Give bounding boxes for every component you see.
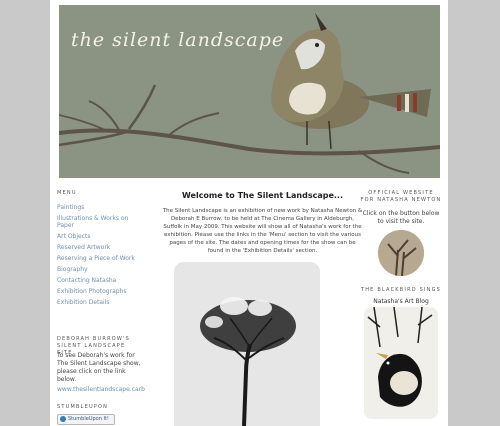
right-sidebar: OFFICIAL WEBSITE FOR NATASHA NEWTON Clic…: [360, 190, 442, 226]
blackbird-heading: THE BLACKBIRD SINGS: [360, 287, 442, 293]
main-content: Welcome to The Silent Landscape... The S…: [162, 190, 363, 255]
burrow-text: To see Deborah's work for The Silent Lan…: [57, 352, 141, 383]
official-website-text: Click on the button below to visit the s…: [362, 210, 440, 225]
nav-link-reserving[interactable]: Reserving a Piece of Work: [57, 255, 143, 262]
tree-thumbnail-icon: [378, 230, 424, 276]
blackbird-blog-image[interactable]: [364, 307, 438, 419]
official-website-button[interactable]: [378, 230, 424, 276]
stumbleupon-button[interactable]: StumbleUpon It!: [57, 414, 115, 425]
blackbird-illustration: [364, 307, 438, 419]
official-website-heading: OFFICIAL WEBSITE FOR NATASHA NEWTON: [360, 190, 442, 203]
intro-text: The Silent Landscape is an exhibition of…: [162, 208, 363, 254]
stumbleupon-heading: STUMBLEUPON: [57, 404, 109, 410]
nav-link-contacting[interactable]: Contacting Natasha: [57, 277, 143, 284]
site-title: the silent landscape: [71, 29, 285, 51]
nav-link-paintings[interactable]: Paintings: [57, 204, 143, 211]
tree-artwork-image: [174, 262, 320, 426]
tree-artwork-drawing: [174, 262, 320, 426]
welcome-heading: Welcome to The Silent Landscape...: [181, 191, 344, 200]
nav-link-art-objects[interactable]: Art Objects: [57, 233, 143, 240]
burrow-link[interactable]: www.thesilentlandscape.carb: [57, 386, 145, 393]
nav-link-biography[interactable]: Biography: [57, 266, 143, 273]
nav-link-illustrations[interactable]: Illustrations & Works on Paper: [57, 215, 143, 229]
blog-title: Natasha's Art Blog: [373, 298, 429, 305]
sidebar-menu: MENU Paintings Illustrations & Works on …: [57, 190, 143, 306]
page: the silent landscape MENU Paintings Illu…: [50, 0, 448, 426]
stumbleupon-icon: [60, 415, 66, 422]
nav-link-reserved-artwork[interactable]: Reserved Artwork: [57, 244, 143, 251]
menu-heading: MENU: [57, 190, 77, 196]
stumbleupon-label: StumbleUpon It!: [68, 416, 109, 422]
nav-link-exhibition-photographs[interactable]: Exhibition Photographs: [57, 288, 143, 295]
nav-link-exhibition-details[interactable]: Exhibition Details: [57, 299, 143, 306]
header-banner: the silent landscape: [59, 5, 440, 178]
